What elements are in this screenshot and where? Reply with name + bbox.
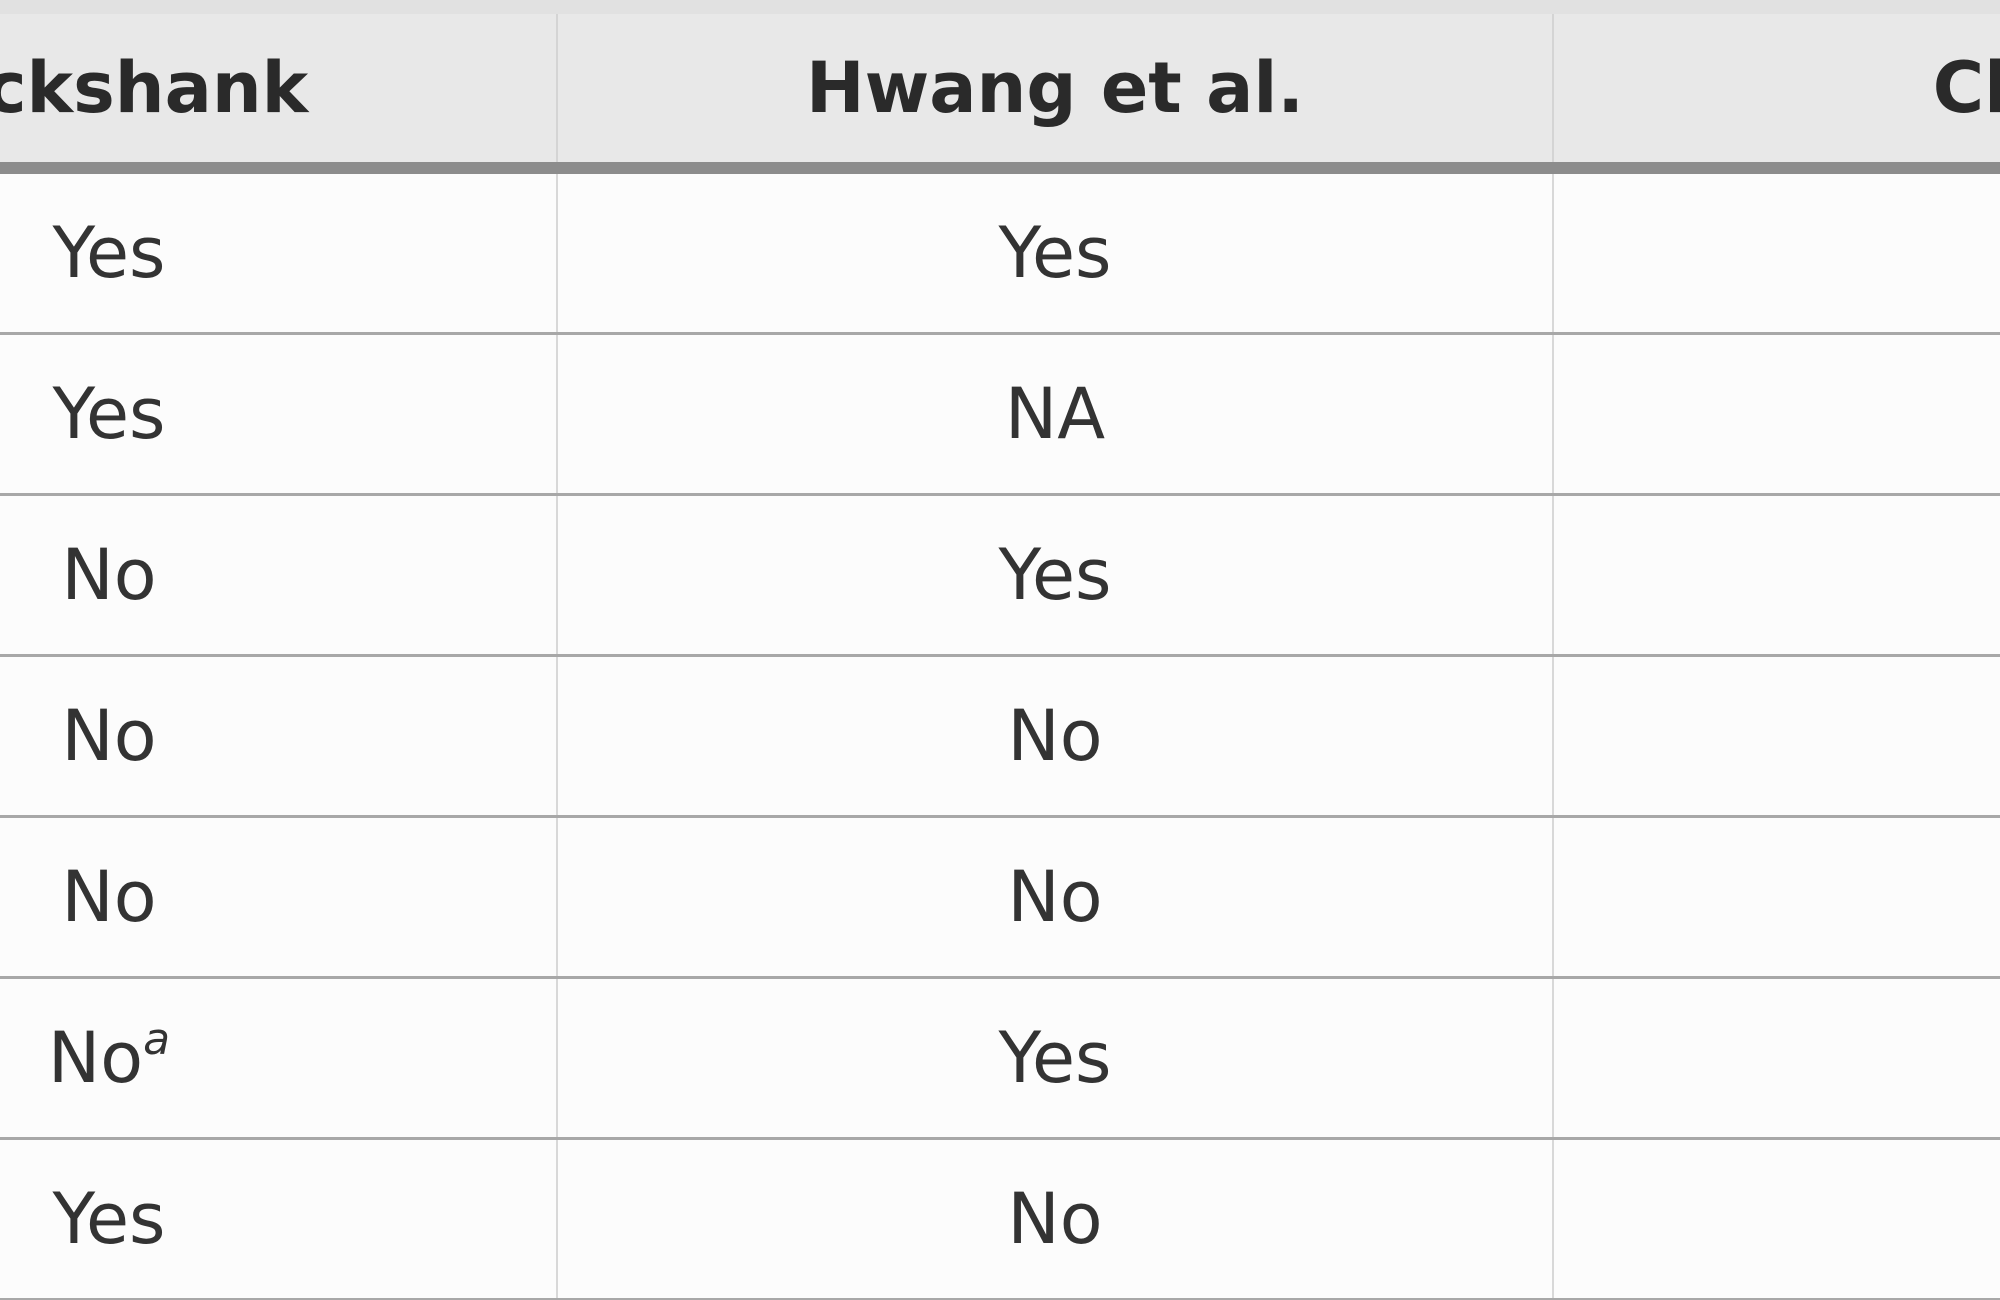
table-cell: NA [556, 333, 1554, 496]
column-header: Hwang et al. [556, 14, 1554, 174]
table-cell: N [1552, 494, 2000, 657]
table-cell: Y [1552, 977, 2000, 1140]
table-cell: Y [1552, 168, 2000, 335]
table-row: No No Y [0, 816, 2000, 979]
table-cell: Y [1552, 816, 2000, 979]
table-row: Yes NA N [0, 333, 2000, 496]
table-cell: N [1552, 333, 2000, 496]
column-header: Chang [1552, 14, 2000, 174]
table-row: Yes No Y [0, 1138, 2000, 1300]
top-band [0, 0, 2000, 14]
table-cell: No [556, 1138, 1554, 1300]
table-cell: No [0, 655, 558, 818]
table-cell: Yes [0, 1138, 558, 1300]
table-cell: No [0, 494, 558, 657]
cell-text: No [47, 1017, 144, 1099]
table-cell: No [0, 816, 558, 979]
table-cell: No [556, 816, 1554, 979]
table-cell: Noa [0, 977, 558, 1140]
table-cell: Yes [0, 333, 558, 496]
table-header-row: Pickshank Hwang et al. Chang [0, 14, 2000, 174]
footnote-marker: a [143, 1014, 171, 1065]
table-row: No Yes N [0, 494, 2000, 657]
table-row: Noa Yes Y [0, 977, 2000, 1140]
column-header: Pickshank [0, 14, 558, 174]
table-row: Yes Yes Y [0, 168, 2000, 335]
comparison-table-viewport: Pickshank Hwang et al. Chang Yes Yes Y Y… [0, 14, 2000, 1300]
table-cell: N [1552, 655, 2000, 818]
table-cell: Yes [0, 168, 558, 335]
comparison-table: Pickshank Hwang et al. Chang Yes Yes Y Y… [0, 14, 2000, 1300]
table-row: No No N [0, 655, 2000, 818]
table-cell: Y [1552, 1138, 2000, 1300]
table-cell: Yes [556, 977, 1554, 1140]
table-cell: No [556, 655, 1554, 818]
table-cell: Yes [556, 168, 1554, 335]
table-cell: Yes [556, 494, 1554, 657]
